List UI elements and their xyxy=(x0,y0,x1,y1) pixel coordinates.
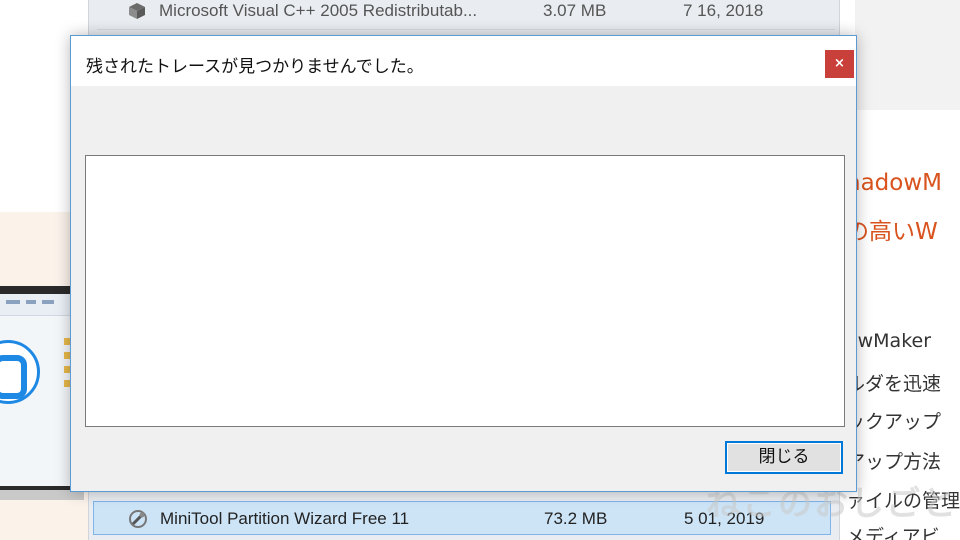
page-header-strip xyxy=(855,0,960,110)
close-icon[interactable]: × xyxy=(825,50,854,78)
article-text-line-2: ルダを迅速 xyxy=(846,373,942,395)
program-size: 3.07 MB xyxy=(543,1,607,20)
article-text-line-3: ックアップ xyxy=(846,411,942,433)
article-heading-line-1[interactable]: nadowM xyxy=(846,170,960,196)
dialog-output-textbox[interactable] xyxy=(85,155,845,427)
installer-box-icon xyxy=(129,3,145,19)
article-heading-line-2[interactable]: の高いW xyxy=(846,212,960,246)
article-text-line-1: owMaker xyxy=(846,330,932,352)
article-text-line-4: アップ方法 xyxy=(846,451,942,473)
program-name: MiniTool Partition Wizard Free 11 xyxy=(160,509,410,528)
program-date: 7 16, 2018 xyxy=(683,1,764,20)
program-size: 73.2 MB xyxy=(544,509,608,528)
dialog-title: 残されたトレースが見つかりませんでした。 xyxy=(86,57,424,77)
dialog-titlebar[interactable]: 残されたトレースが見つかりませんでした。 × xyxy=(71,36,856,86)
message-dialog: 残されたトレースが見つかりませんでした。 × 閉じる xyxy=(70,35,857,492)
app-logo-icon xyxy=(0,340,40,404)
program-row-vcredist[interactable]: Microsoft Visual C++ 2005 Redistributab.… xyxy=(93,0,835,30)
minitool-wrench-icon xyxy=(129,510,147,528)
close-button[interactable]: 閉じる xyxy=(725,441,843,474)
program-name: Microsoft Visual C++ 2005 Redistributab.… xyxy=(159,1,478,20)
